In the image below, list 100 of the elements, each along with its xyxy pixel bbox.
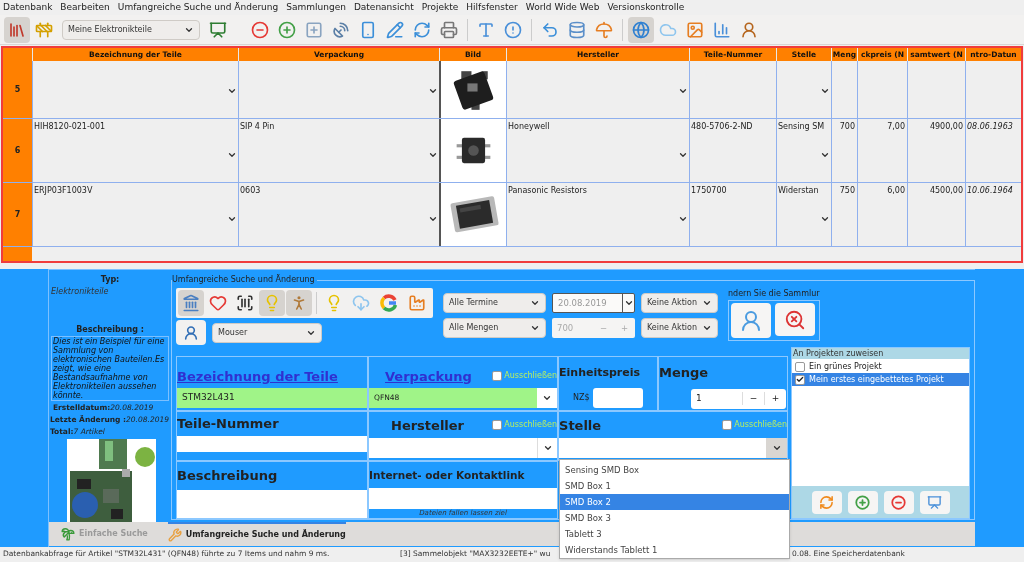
group-title: Umfangreiche Suche und Änderung xyxy=(172,274,317,286)
remove-button[interactable] xyxy=(883,490,914,514)
date-filter-dropdown[interactable]: Alle Termine xyxy=(443,293,546,313)
checkbox-label: Ausschließen xyxy=(504,419,557,432)
beach-umbrella-icon xyxy=(595,20,613,39)
unit-price-field[interactable] xyxy=(592,387,643,408)
table-cell: 7,00 xyxy=(887,122,905,131)
caret-icon xyxy=(227,86,237,96)
table-cell: 6,00 xyxy=(887,186,905,195)
dropdown-option[interactable]: Sensing SMD Box xyxy=(560,462,789,478)
supplier-button[interactable] xyxy=(176,320,206,345)
panel-title: An Projekten zuweisen xyxy=(792,348,969,359)
refresh-icon xyxy=(819,494,834,510)
quantity-filter-dropdown[interactable]: Alle Mengen xyxy=(443,318,546,338)
heart-icon xyxy=(209,294,227,312)
caret-icon xyxy=(702,323,712,333)
row-number[interactable]: 6 xyxy=(3,119,32,182)
menu-item[interactable]: World Wide Web xyxy=(525,0,600,15)
part-number-field[interactable] xyxy=(177,436,367,452)
add-button[interactable] xyxy=(847,490,878,514)
alert-circle-icon xyxy=(504,20,522,39)
caret-icon xyxy=(530,298,540,308)
caret-icon xyxy=(678,86,688,96)
database-icon xyxy=(568,20,586,39)
caret-icon xyxy=(623,298,634,308)
dropdown-option[interactable]: SMD Box 2 xyxy=(560,494,789,510)
dropdown-option[interactable]: SMD Box 3 xyxy=(560,510,789,526)
row-number[interactable]: 5 xyxy=(3,61,32,118)
description-field[interactable] xyxy=(177,489,367,518)
person-button[interactable] xyxy=(286,290,312,316)
exclude-checkbox[interactable] xyxy=(492,420,503,431)
amount-spinner[interactable]: 1 − + xyxy=(691,388,786,409)
multicolor-ring-icon xyxy=(380,294,398,312)
image-icon xyxy=(686,20,704,39)
exclude-checkbox[interactable] xyxy=(492,371,503,382)
bank-button[interactable] xyxy=(178,290,204,316)
text-size-icon xyxy=(477,20,495,39)
books-button[interactable] xyxy=(4,16,30,43)
satellite-dish-icon xyxy=(332,20,350,39)
row-number[interactable]: 7 xyxy=(3,183,32,246)
type-value: Elektronikteile xyxy=(51,286,110,298)
table-cell: 4900,00 xyxy=(929,122,963,131)
person-button[interactable] xyxy=(731,303,771,338)
collection-dropdown[interactable]: Meine Elektronikteile xyxy=(62,19,200,40)
dropdown-option[interactable]: SMD Box 1 xyxy=(560,478,789,494)
row-header-strip xyxy=(3,247,32,261)
checkbox-label: Ausschließen xyxy=(504,370,557,383)
search-clear-icon xyxy=(784,308,806,331)
field-label: Einheitspreis xyxy=(559,365,642,381)
barcode-scanner-icon xyxy=(236,294,254,312)
undo-icon xyxy=(541,20,559,39)
collection-hint: ndern Sie die Sammlur xyxy=(728,288,820,300)
caret-icon xyxy=(542,393,552,403)
menu-item[interactable]: Hilfsfenster xyxy=(466,0,518,15)
presentation-button[interactable] xyxy=(919,490,950,514)
menu-item[interactable]: Sammlungen xyxy=(286,0,346,15)
table-cell: Panasonic Resistors xyxy=(508,186,587,195)
exclude-checkbox[interactable] xyxy=(722,420,733,431)
globe-button[interactable] xyxy=(628,16,654,43)
checkbox[interactable] xyxy=(795,361,805,372)
description-label: Beschreibung : xyxy=(75,324,145,336)
minus-icon xyxy=(891,494,906,510)
menu-item[interactable]: Datenansicht xyxy=(353,0,414,15)
project-item[interactable]: Mein erstes eingebettetes Projekt xyxy=(792,373,969,386)
caret-icon xyxy=(428,214,438,224)
caret-icon xyxy=(702,298,712,308)
refresh-button[interactable] xyxy=(811,490,842,514)
menu-item[interactable]: Umfangreiche Suche und Änderung xyxy=(117,0,279,15)
menu-item[interactable]: Projekte xyxy=(421,0,459,15)
table-cell: 4500,00 xyxy=(929,186,963,195)
supplier-dropdown[interactable]: Mouser xyxy=(212,322,322,343)
project-item[interactable]: Ein grünes Projekt xyxy=(792,360,969,373)
table-cell: Widerstan xyxy=(778,186,819,195)
link-drop-area[interactable] xyxy=(369,487,557,509)
name-field[interactable]: STM32L431 xyxy=(177,388,367,408)
checkbox[interactable] xyxy=(795,374,805,385)
presenter-icon xyxy=(927,494,942,510)
dropdown-option[interactable]: Widerstands Tablett 1 xyxy=(560,542,789,558)
phone-icon xyxy=(359,20,377,39)
menu-item[interactable]: Versionskontrolle xyxy=(607,0,685,15)
caret-icon xyxy=(820,86,830,96)
action-dropdown[interactable]: Keine Aktion xyxy=(641,293,718,313)
add-frame-icon xyxy=(305,20,323,39)
caret-icon xyxy=(820,214,830,224)
caret-icon xyxy=(542,443,553,453)
dropdown-option[interactable]: Tablett 3 xyxy=(560,526,789,542)
chalkboard-icon xyxy=(209,20,227,39)
checkbox-label: Ausschließen xyxy=(734,419,787,432)
field-label: Stelle xyxy=(559,416,602,435)
caret-icon xyxy=(530,323,540,333)
action-dropdown[interactable]: Keine Aktion xyxy=(641,318,718,338)
pencil-icon xyxy=(386,20,404,39)
menu-item[interactable]: Datenbank xyxy=(3,0,53,15)
books-icon xyxy=(8,20,26,39)
menu-item[interactable]: Bearbeiten xyxy=(60,0,110,15)
bar-chart-icon xyxy=(713,20,731,39)
minus-icon xyxy=(251,20,269,39)
clear-search-button[interactable] xyxy=(775,303,815,336)
caret-icon xyxy=(428,150,438,160)
caret-icon xyxy=(428,86,438,96)
